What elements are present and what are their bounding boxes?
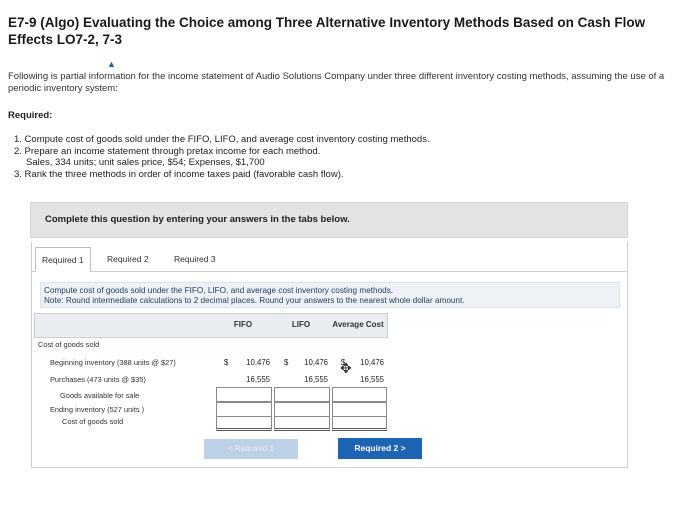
fifo-beginning-inventory: 10,476 [246, 358, 270, 367]
lifo-goods-available-input[interactable] [274, 387, 330, 402]
tab-required-1[interactable]: Required 1 [35, 247, 91, 272]
row-label-ending-inventory: Ending inventory (527 units ) [50, 405, 145, 414]
avg-ending-inventory-input[interactable] [332, 402, 387, 417]
cogs-table: FIFO LIFO Average Cost Cost of goods sol… [34, 313, 388, 431]
avg-goods-available-input[interactable] [332, 387, 387, 402]
move-cursor-icon: ✥ [340, 360, 352, 376]
requirement-2: 2. Prepare an income statement through p… [14, 145, 321, 157]
requirement-3: 3. Rank the three methods in order of in… [14, 168, 344, 180]
header-average-cost: Average Cost [332, 320, 384, 330]
fifo-goods-available-input[interactable] [216, 387, 272, 402]
tab-required-3[interactable]: Required 3 [168, 247, 222, 272]
fifo-cogs-input[interactable] [216, 416, 272, 431]
lifo-beginning-inventory: 10,476 [304, 358, 328, 367]
avg-beginning-inventory: 10,476 [360, 358, 384, 367]
lifo-ending-inventory-input[interactable] [274, 402, 330, 417]
instruction-line-1: Compute cost of goods sold under the FIF… [44, 286, 394, 295]
requirement-2-detail: Sales, 334 units; unit sales price, $54;… [26, 157, 265, 168]
header-fifo: FIFO [233, 320, 253, 330]
lifo-purchases: 16,555 [304, 375, 328, 384]
header-lifo: LIFO [291, 320, 311, 330]
row-label-purchases: Purchases (473 units @ $35) [50, 375, 146, 384]
fifo-ending-inventory-input[interactable] [216, 402, 272, 417]
avg-purchases: 16,555 [360, 375, 384, 384]
row-label-goods-available: Goods available for sale [60, 391, 140, 400]
tab-required-2[interactable]: Required 2 [101, 247, 155, 272]
mouse-pointer-icon: ▲ [107, 59, 116, 69]
section-label: Cost of goods sold [38, 340, 100, 349]
dollar-sign: $ [224, 358, 229, 367]
row-label-beginning-inventory: Beginning inventory (388 units @ $27) [50, 358, 176, 367]
row-label-cost-of-goods-sold: Cost of goods sold [62, 417, 124, 426]
avg-cogs-input[interactable] [332, 416, 387, 431]
instructions-banner: Complete this question by entering your … [30, 202, 628, 238]
dollar-sign: $ [284, 358, 289, 367]
next-required-button[interactable]: Required 2 > [338, 438, 422, 459]
tab-bar: Required 1 Required 2 Required 3 [31, 242, 628, 272]
fifo-purchases: 16,555 [246, 375, 270, 384]
lifo-cogs-input[interactable] [274, 416, 330, 431]
instruction-line-2: Note: Round intermediate calculations to… [44, 295, 465, 305]
problem-intro: Following is partial information for the… [8, 71, 665, 94]
banner-text: Complete this question by entering your … [45, 214, 350, 225]
required-heading: Required: [8, 110, 53, 121]
tab-instructions: Compute cost of goods sold under the FIF… [40, 282, 620, 308]
requirements-list: 1. Compute cost of goods sold under the … [14, 134, 430, 180]
previous-required-button[interactable]: < Required 1 [204, 439, 298, 459]
page-title: E7-9 (Algo) Evaluating the Choice among … [8, 15, 646, 47]
requirement-1: 1. Compute cost of goods sold under the … [14, 134, 430, 145]
